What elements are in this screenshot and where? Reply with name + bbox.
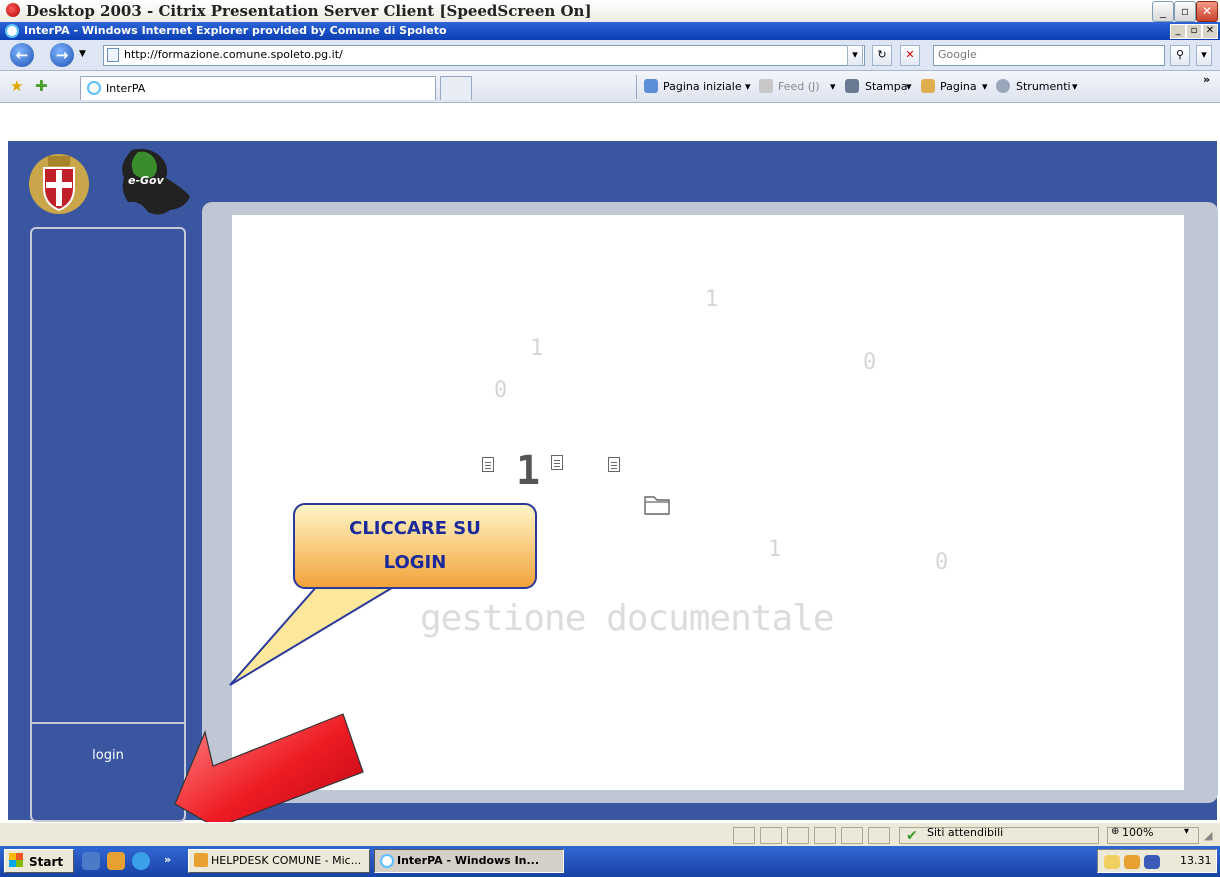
taskbar — [0, 846, 1220, 877]
quicklaunch-overflow-chevron[interactable]: » — [164, 853, 171, 866]
taskbar-clock[interactable]: 13.31 — [1180, 854, 1212, 867]
status-pane — [733, 827, 755, 844]
callout-pointer — [225, 575, 425, 690]
decor-digit: 0 — [935, 550, 949, 575]
document-icon — [482, 457, 494, 472]
spoleto-coat-of-arms-logo — [22, 150, 96, 216]
sidebar-panel — [30, 227, 186, 822]
citrix-app-icon — [6, 3, 20, 17]
search-options-icon[interactable]: ▾ — [1196, 45, 1212, 66]
helpdesk-app-icon — [194, 853, 208, 867]
status-bar: ✔ ◢ — [0, 822, 1220, 846]
windows-logo-icon — [9, 853, 23, 867]
refresh-icon[interactable]: ↻ — [872, 45, 892, 66]
forward-button[interactable]: → — [50, 43, 74, 67]
decor-digit: 0 — [494, 378, 508, 403]
document-icon — [608, 457, 620, 472]
ie-minimize-button[interactable]: _ — [1170, 24, 1186, 39]
tools-gear-icon[interactable] — [996, 79, 1010, 93]
home-icon[interactable] — [644, 79, 658, 93]
interpa-taskbar-ie-icon — [380, 854, 394, 868]
stop-icon[interactable]: ✕ — [900, 45, 920, 66]
home-label[interactable]: Pagina iniziale — [663, 80, 742, 93]
feed-icon[interactable] — [759, 79, 773, 93]
login-link[interactable]: login — [30, 748, 186, 763]
security-zone-label: Siti attendibili — [927, 826, 1004, 839]
tray-antivirus-icon[interactable] — [1144, 855, 1160, 869]
home-dropdown-icon[interactable]: ▾ — [745, 80, 751, 93]
tools-dropdown-icon[interactable]: ▾ — [1072, 80, 1078, 93]
close-button[interactable]: ✕ — [1196, 1, 1218, 22]
status-pane — [868, 827, 890, 844]
document-icon — [551, 455, 563, 470]
tray-mail-icon[interactable] — [1104, 855, 1120, 869]
folder-icon — [643, 491, 673, 517]
zoom-dropdown-icon[interactable]: ▾ — [1184, 826, 1189, 837]
favorites-star-icon[interactable]: ★ — [10, 77, 23, 95]
page-menu-label[interactable]: Pagina — [940, 80, 977, 93]
toolbar-overflow-chevron[interactable]: » — [1203, 73, 1210, 86]
taskbar-button-interpa[interactable]: InterPA - Windows In... — [374, 849, 564, 873]
resize-grip-icon[interactable]: ◢ — [1204, 829, 1212, 842]
minimize-button[interactable]: _ — [1152, 1, 1174, 22]
taskbar-button-helpdesk[interactable]: HELPDESK COMUNE - Mic... — [188, 849, 370, 873]
search-icon[interactable]: ⚲ — [1170, 45, 1190, 66]
print-dropdown-icon[interactable]: ▾ — [906, 80, 912, 93]
callout-text: CLICCARE SU LOGIN — [293, 512, 537, 580]
callout-line-1: CLICCARE SU — [349, 518, 481, 539]
new-tab-button[interactable] — [440, 76, 472, 100]
history-dropdown-icon[interactable]: ▼ — [79, 49, 86, 59]
search-input[interactable]: Google — [933, 45, 1165, 66]
tab-label: InterPA — [106, 82, 146, 95]
add-favorites-icon[interactable]: ✚ — [35, 77, 48, 95]
page-icon — [107, 48, 119, 62]
zoom-level[interactable]: 100% — [1122, 826, 1153, 839]
address-toolbar: ← → ▼ http://formazione.comune.spoleto.p… — [0, 40, 1220, 71]
quicklaunch-desktop-icon[interactable] — [82, 852, 100, 870]
checkmark-icon: ✔ — [906, 828, 918, 844]
tray-clock-icon[interactable] — [1124, 855, 1140, 869]
page-menu-icon[interactable] — [921, 79, 935, 93]
zoom-magnifier-icon: ⊕ — [1111, 826, 1120, 837]
feed-label[interactable]: Feed (J) — [778, 80, 820, 93]
ie-title-bar[interactable]: InterPA - Windows Internet Explorer prov… — [0, 22, 1220, 40]
tab-interpa[interactable]: InterPA — [80, 76, 436, 100]
decor-digit: 0 — [863, 350, 877, 375]
egov-umbria-logo: e-Gov — [116, 146, 196, 220]
print-icon[interactable] — [845, 79, 859, 93]
toolbar-divider — [636, 75, 637, 99]
quicklaunch-clock-icon[interactable] — [107, 852, 125, 870]
sidebar-divider — [32, 722, 184, 724]
back-button[interactable]: ← — [10, 43, 34, 67]
citrix-window-title: Desktop 2003 - Citrix Presentation Serve… — [26, 2, 592, 20]
status-pane — [787, 827, 809, 844]
address-field[interactable]: http://formazione.comune.spoleto.pg.it/ — [103, 45, 865, 66]
command-bar: ★ ✚ InterPA Pagina iniziale ▾ Feed (J) ▾… — [0, 71, 1220, 103]
feed-dropdown-icon[interactable]: ▾ — [830, 80, 836, 93]
egov-logo-text: e-Gov — [128, 174, 164, 187]
decor-digit-bold: 1 — [516, 448, 541, 494]
ie-close-button[interactable]: ✕ — [1202, 24, 1218, 39]
quicklaunch-ie-icon[interactable] — [132, 852, 150, 870]
ie-window-title: InterPA - Windows Internet Explorer prov… — [24, 24, 447, 37]
status-pane — [814, 827, 836, 844]
page-dropdown-icon[interactable]: ▾ — [982, 80, 988, 93]
address-dropdown-icon[interactable]: ▾ — [847, 45, 863, 66]
decor-digit: 1 — [530, 336, 544, 361]
tab-ie-icon — [87, 81, 101, 95]
citrix-title-bar[interactable]: Desktop 2003 - Citrix Presentation Serve… — [0, 0, 1220, 23]
status-pane — [841, 827, 863, 844]
callout-line-2: LOGIN — [383, 552, 447, 573]
tools-label[interactable]: Strumenti — [1016, 80, 1071, 93]
search-placeholder: Google — [938, 48, 977, 61]
print-label[interactable]: Stampa — [865, 80, 907, 93]
decor-digit: 1 — [705, 287, 719, 312]
gestione-documentale-banner: gestione documentale — [420, 598, 834, 639]
decor-digit: 1 — [768, 537, 782, 562]
ie-restore-button[interactable]: ▫ — [1186, 24, 1202, 39]
ie-icon — [5, 24, 19, 38]
status-pane — [760, 827, 782, 844]
maximize-button[interactable]: ▫ — [1174, 1, 1196, 22]
url-text: http://formazione.comune.spoleto.pg.it/ — [124, 48, 343, 61]
